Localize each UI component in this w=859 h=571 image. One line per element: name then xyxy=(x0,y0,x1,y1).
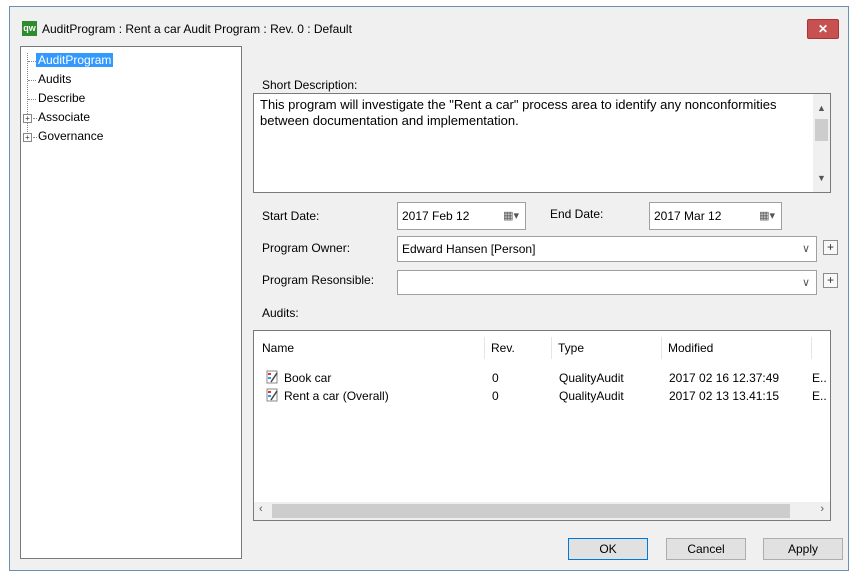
scroll-right-icon[interactable]: › xyxy=(820,503,824,515)
start-date-value: 2017 Feb 12 xyxy=(402,209,470,223)
audits-label: Audits: xyxy=(262,306,299,320)
tree-item-label: Governance xyxy=(38,129,104,143)
audit-type: QualityAudit xyxy=(559,389,624,403)
table-row[interactable]: Rent a car (Overall) 0 QualityAudit 2017… xyxy=(254,387,830,405)
tree-item-label: Associate xyxy=(38,110,91,124)
tree-connector xyxy=(28,80,36,81)
tree-item-audits[interactable]: Audits xyxy=(38,72,71,87)
window-title: AuditProgram : Rent a car Audit Program … xyxy=(42,22,352,36)
program-owner-value: Edward Hansen [Person] xyxy=(402,242,536,256)
tree-item-auditprogram[interactable]: AuditProgram xyxy=(36,53,114,68)
end-date-picker[interactable]: 2017 Mar 12 ▦▾ xyxy=(649,202,782,230)
tree-item-governance[interactable]: Governance xyxy=(38,129,103,144)
column-header-name[interactable]: Name xyxy=(256,337,485,359)
audit-document-icon xyxy=(266,388,278,402)
audit-extra: E.. xyxy=(812,371,827,385)
audit-document-icon xyxy=(266,370,278,384)
column-header-rev[interactable]: Rev. xyxy=(485,337,552,359)
expand-icon[interactable]: + xyxy=(23,133,32,142)
tree-item-label: AuditProgram xyxy=(36,53,114,67)
cancel-button[interactable]: Cancel xyxy=(666,538,746,560)
scroll-down-icon[interactable]: ▼ xyxy=(817,170,826,186)
start-date-label: Start Date: xyxy=(262,209,320,223)
audit-modified: 2017 02 13 13.41:15 xyxy=(669,389,780,403)
tree-item-label: Audits xyxy=(38,72,72,86)
chevron-down-icon[interactable]: ∨ xyxy=(802,271,810,295)
add-responsible-button[interactable]: + xyxy=(823,273,838,288)
calendar-icon[interactable]: ▦▾ xyxy=(759,203,775,229)
expand-icon[interactable]: + xyxy=(23,114,32,123)
tree-item-associate[interactable]: Associate xyxy=(38,110,90,125)
tree-connector xyxy=(28,61,36,62)
start-date-picker[interactable]: 2017 Feb 12 ▦▾ xyxy=(397,202,526,230)
table-row[interactable]: Book car 0 QualityAudit 2017 02 16 12.37… xyxy=(254,369,830,387)
title-bar[interactable]: qw AuditProgram : Rent a car Audit Progr… xyxy=(10,7,848,43)
audit-rev: 0 xyxy=(492,371,499,385)
close-button[interactable]: ✕ xyxy=(807,19,839,39)
column-header-type[interactable]: Type xyxy=(552,337,662,359)
end-date-value: 2017 Mar 12 xyxy=(654,209,722,223)
tree-connector xyxy=(33,137,37,138)
add-owner-button[interactable]: + xyxy=(823,240,838,255)
app-logo-icon: qw xyxy=(22,21,37,36)
tree-item-describe[interactable]: Describe xyxy=(38,91,85,106)
calendar-icon[interactable]: ▦▾ xyxy=(503,203,519,229)
horizontal-scrollbar[interactable]: ‹ › xyxy=(254,502,830,520)
tree-item-label: Describe xyxy=(38,91,86,105)
program-responsible-label: Program Resonsible: xyxy=(262,273,375,287)
tree-connector xyxy=(27,53,28,140)
scroll-left-icon[interactable]: ‹ xyxy=(259,503,263,515)
program-owner-label: Program Owner: xyxy=(262,241,351,255)
audit-type: QualityAudit xyxy=(559,371,624,385)
ok-button[interactable]: OK xyxy=(568,538,648,560)
end-date-label: End Date: xyxy=(550,207,604,221)
scroll-thumb[interactable] xyxy=(272,504,790,518)
audits-list[interactable]: Name Rev. Type Modified Book car 0 Quali… xyxy=(253,330,831,521)
audit-name: Rent a car (Overall) xyxy=(284,389,389,403)
audit-extra: E.. xyxy=(812,389,827,403)
short-description-text: This program will investigate the "Rent … xyxy=(260,97,777,128)
short-description-label: Short Description: xyxy=(262,78,358,92)
audit-modified: 2017 02 16 12.37:49 xyxy=(669,371,780,385)
column-header-modified[interactable]: Modified xyxy=(662,337,812,359)
scroll-thumb[interactable] xyxy=(815,119,828,141)
chevron-down-icon[interactable]: ∨ xyxy=(802,237,810,261)
audit-name: Book car xyxy=(284,371,332,385)
program-owner-select[interactable]: Edward Hansen [Person] ∨ xyxy=(397,236,817,262)
scroll-up-icon[interactable]: ▲ xyxy=(817,100,826,116)
tree-connector xyxy=(33,118,37,119)
description-scrollbar[interactable]: ▲ ▼ xyxy=(813,94,830,192)
apply-button[interactable]: Apply xyxy=(763,538,843,560)
program-responsible-select[interactable]: ∨ xyxy=(397,270,817,295)
audit-rev: 0 xyxy=(492,389,499,403)
tree-connector xyxy=(28,99,36,100)
navigation-tree: AuditProgram Audits Describe + Associate… xyxy=(20,46,242,559)
short-description-textarea[interactable]: This program will investigate the "Rent … xyxy=(253,93,831,193)
